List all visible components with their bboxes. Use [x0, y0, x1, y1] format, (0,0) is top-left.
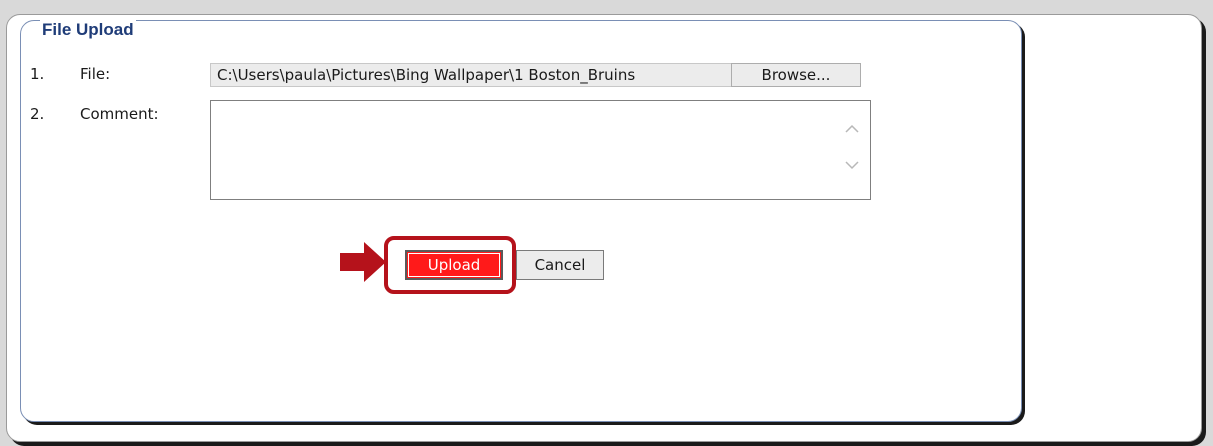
upload-button[interactable]: Upload — [405, 250, 503, 280]
cancel-button[interactable]: Cancel — [516, 250, 604, 280]
fieldset-legend: File Upload — [40, 19, 136, 41]
file-row-number: 1. — [30, 65, 45, 83]
comment-label: Comment: — [80, 105, 159, 123]
chevron-up-icon[interactable] — [844, 121, 860, 137]
comment-textarea[interactable] — [210, 100, 871, 200]
comment-row-number: 2. — [30, 105, 45, 123]
chevron-down-icon[interactable] — [844, 157, 860, 173]
right-arrow-icon — [340, 242, 388, 282]
file-path-input[interactable]: C:\Users\paula\Pictures\Bing Wallpaper\1… — [210, 63, 732, 87]
file-label: File: — [80, 65, 111, 83]
browse-button[interactable]: Browse... — [731, 63, 861, 87]
